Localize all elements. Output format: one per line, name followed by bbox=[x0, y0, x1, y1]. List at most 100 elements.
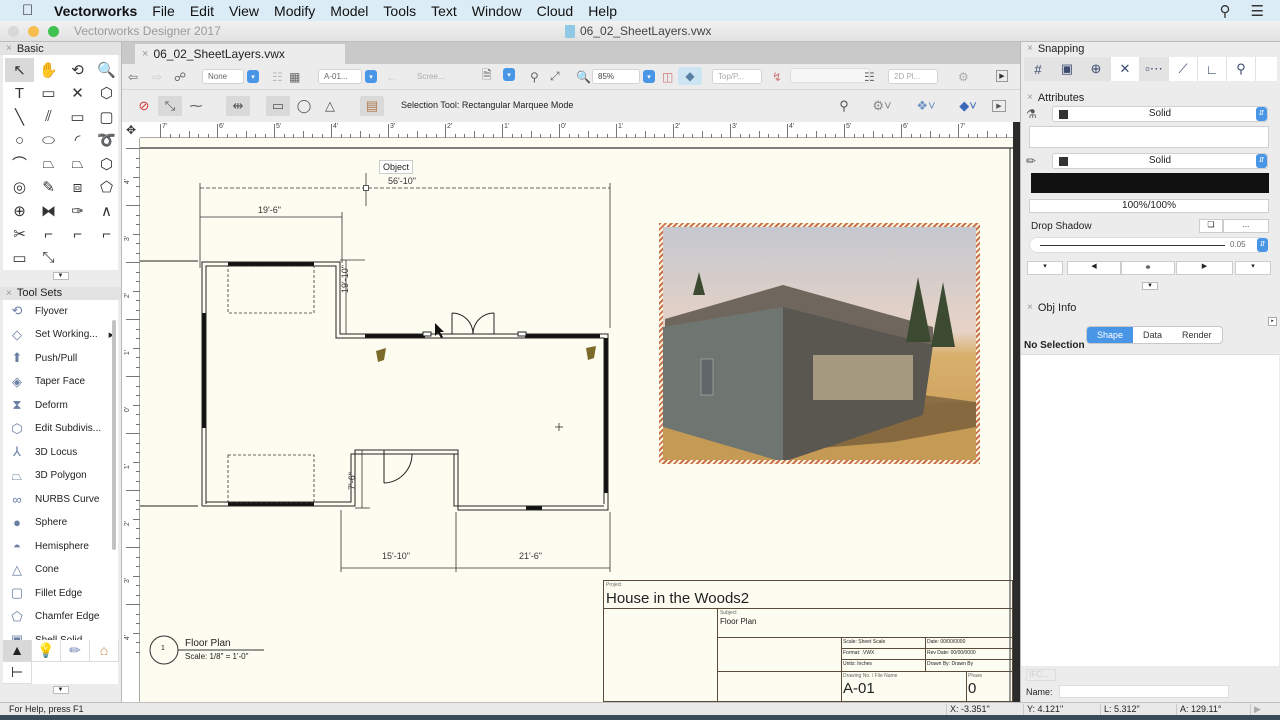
tool-set-item[interactable]: ◈ Taper Face bbox=[3, 370, 118, 394]
snap-tangent-icon[interactable]: ⟋ bbox=[1169, 57, 1198, 81]
active-layer-select[interactable]: A-01... ▾ bbox=[318, 68, 377, 85]
multiple-objects-mode-icon[interactable]: ⁓ bbox=[184, 96, 208, 116]
opacity-field[interactable]: 100%/100% bbox=[1029, 199, 1269, 213]
tool-sets-more-button[interactable]: ▼ bbox=[52, 685, 69, 694]
expand-view-bar-button[interactable]: ▶ bbox=[996, 70, 1008, 82]
text-tool-icon[interactable]: T bbox=[5, 82, 34, 106]
tool-set-item[interactable]: ⏢ 3D Polygon bbox=[3, 464, 118, 488]
layers-icon[interactable]: ☷ bbox=[272, 68, 283, 85]
interactive-scaling-icon[interactable]: ▤ bbox=[360, 96, 384, 116]
fill-color-swatch[interactable] bbox=[1059, 110, 1068, 119]
forward-arrow-icon[interactable]: ⇨ bbox=[152, 68, 162, 85]
ruler-origin-icon[interactable]: ✥ bbox=[122, 122, 140, 138]
menu-view[interactable]: View bbox=[229, 3, 259, 19]
rounded-rectangle-tool-icon[interactable]: ▢ bbox=[92, 105, 121, 129]
snap-grid-icon[interactable]: # bbox=[1024, 57, 1053, 81]
render-mode-select[interactable]: Scree... bbox=[412, 68, 464, 85]
close-icon[interactable]: × bbox=[6, 288, 12, 299]
detailing-tab[interactable]: ⊢ bbox=[3, 661, 32, 684]
3d-snap-icon[interactable]: ◆˅ bbox=[956, 96, 980, 116]
horizontal-ruler[interactable]: 7' 6' 5' 4' 3' 2' 1' 0' 1' 2' 3' 4' 5' 6' 7' bbox=[140, 122, 1013, 138]
3d-modeling-tab[interactable]: ▲ bbox=[3, 639, 32, 662]
double-line-polygon-tool-icon[interactable]: ⏢ bbox=[63, 152, 92, 176]
snap-distance-icon[interactable]: ▫⋯ bbox=[1140, 57, 1169, 81]
drop-shadow-checkbox[interactable]: ❏ bbox=[1199, 219, 1223, 233]
page-setup-icon[interactable]: 🗎 bbox=[482, 68, 492, 85]
tool-set-item[interactable]: ⬆ Push/Pull bbox=[3, 347, 118, 371]
tool-set-item[interactable]: ◓ Hemisphere bbox=[3, 535, 118, 559]
line-thickness-slider[interactable]: 0.05 bbox=[1029, 237, 1267, 253]
document-tab[interactable]: × 06_02_SheetLayers.vwx bbox=[135, 44, 345, 64]
arc-tool-icon[interactable]: ◜ bbox=[63, 129, 92, 153]
pick-up-attributes-icon[interactable]: ❖˅ bbox=[914, 96, 938, 116]
rectangle-tool-icon[interactable]: ▭ bbox=[63, 105, 92, 129]
polyline-tool-icon[interactable]: ⌒ bbox=[5, 152, 34, 176]
tab-data[interactable]: Data bbox=[1133, 327, 1172, 343]
tool-set-item[interactable]: ⬠ Chamfer Edge bbox=[3, 605, 118, 629]
visibility-tool-icon[interactable]: ⚲ bbox=[832, 96, 856, 116]
close-icon[interactable]: × bbox=[1027, 302, 1033, 313]
tool-set-item[interactable]: ∞ NURBS Curve bbox=[3, 488, 118, 512]
end-marker-button[interactable]: ▶ bbox=[1176, 261, 1233, 275]
zoom-level-select[interactable]: 85% ▾ bbox=[592, 68, 655, 85]
rotate-tool-icon[interactable]: ⊕ bbox=[5, 199, 34, 223]
dims-notes-tab[interactable]: ✏ bbox=[61, 639, 90, 662]
mirror-tool-icon[interactable]: ⧓ bbox=[34, 199, 63, 223]
snap-points-icon[interactable]: ∟ bbox=[1198, 57, 1227, 81]
projection-select[interactable]: 2D Pl... bbox=[888, 68, 938, 85]
tool-set-item[interactable]: ● Sphere bbox=[3, 511, 118, 535]
connect-combine-tool-icon[interactable]: ∧ bbox=[92, 199, 121, 223]
menu-window[interactable]: Window bbox=[472, 3, 522, 19]
layer-options-icon[interactable]: ☷ bbox=[864, 68, 875, 85]
saved-views-icon[interactable]: ⚙ bbox=[958, 68, 969, 85]
class-hierarchy-icon[interactable]: ☍ bbox=[174, 68, 186, 85]
rectangular-marquee-icon[interactable]: ▭ bbox=[266, 96, 290, 116]
locus-tool-icon[interactable]: ✕ bbox=[63, 82, 92, 106]
regular-polygon-tool-icon[interactable]: ⬡ bbox=[92, 152, 121, 176]
close-tab-icon[interactable]: × bbox=[142, 48, 148, 60]
single-object-mode-icon[interactable]: ⤡ bbox=[158, 96, 182, 116]
clip-tool-icon[interactable]: ✂ bbox=[5, 223, 34, 247]
polygon-marquee-icon[interactable]: △ bbox=[318, 96, 342, 116]
tool-set-item[interactable]: ⬡ Edit Subdivis... bbox=[3, 417, 118, 441]
tool-set-item[interactable]: ▢ Fillet Edge bbox=[3, 582, 118, 606]
start-marker-button[interactable]: ◀ bbox=[1067, 261, 1121, 275]
fit-to-page-icon[interactable]: ⤢ bbox=[550, 68, 560, 85]
fillet-tool-icon[interactable]: ⌐ bbox=[34, 223, 63, 247]
drop-shadow-options-button[interactable]: ... bbox=[1223, 219, 1269, 233]
line-tool-icon[interactable]: ╲ bbox=[5, 105, 34, 129]
menu-text[interactable]: Text bbox=[431, 3, 457, 19]
ifc-button[interactable]: IFC... bbox=[1026, 669, 1056, 681]
menu-file[interactable]: File bbox=[152, 3, 175, 19]
callout-tool-icon[interactable]: ▭ bbox=[34, 82, 63, 106]
tool-set-item[interactable]: ⧗ Deform bbox=[3, 394, 118, 418]
menu-help[interactable]: Help bbox=[588, 3, 617, 19]
zoom-icon[interactable]: 🔍 bbox=[576, 68, 591, 85]
eyedropper-tool-icon[interactable]: ✎ bbox=[34, 176, 63, 200]
flyover-tool-icon[interactable]: ⟲ bbox=[63, 58, 92, 82]
tab-render[interactable]: Render bbox=[1172, 327, 1222, 343]
close-icon[interactable]: × bbox=[6, 43, 12, 54]
arc-fillet-tool-icon[interactable]: ⌐ bbox=[92, 223, 121, 247]
search-icon[interactable]: ⚲ bbox=[1220, 2, 1231, 20]
tool-set-item[interactable]: ⅄ 3D Locus bbox=[3, 441, 118, 465]
trim-tool-icon[interactable]: ⬠ bbox=[92, 176, 121, 200]
thickness-stepper[interactable]: ⇵ bbox=[1257, 238, 1268, 252]
name-input[interactable] bbox=[1059, 685, 1229, 698]
close-icon[interactable]: × bbox=[1027, 92, 1033, 103]
expand-status-icon[interactable]: ▶ bbox=[1250, 704, 1261, 715]
list-icon[interactable]: ☰ bbox=[1251, 2, 1264, 20]
working-plane-icon[interactable]: ◫ bbox=[662, 68, 673, 85]
chamfer-tool-icon[interactable]: ⌐ bbox=[63, 223, 92, 247]
pen-style-select[interactable]: Solid ⇵ bbox=[1052, 153, 1268, 169]
layer-back-arrow-icon[interactable]: ← bbox=[386, 68, 398, 85]
tool-set-item[interactable]: ▣ Shell Solid bbox=[3, 629, 118, 639]
building-shell-tab[interactable]: ⌂ bbox=[90, 639, 119, 662]
attributes-more-button[interactable]: ▼ bbox=[1142, 282, 1158, 290]
back-arrow-icon[interactable]: ⇦ bbox=[128, 68, 138, 85]
close-icon[interactable]: × bbox=[1027, 43, 1033, 54]
minimize-window-button[interactable] bbox=[28, 26, 39, 37]
start-marker-select[interactable]: ▾ bbox=[1027, 261, 1063, 275]
spiral-tool-icon[interactable]: ◎ bbox=[5, 176, 34, 200]
pan-tool-icon[interactable]: ✋ bbox=[34, 58, 63, 82]
